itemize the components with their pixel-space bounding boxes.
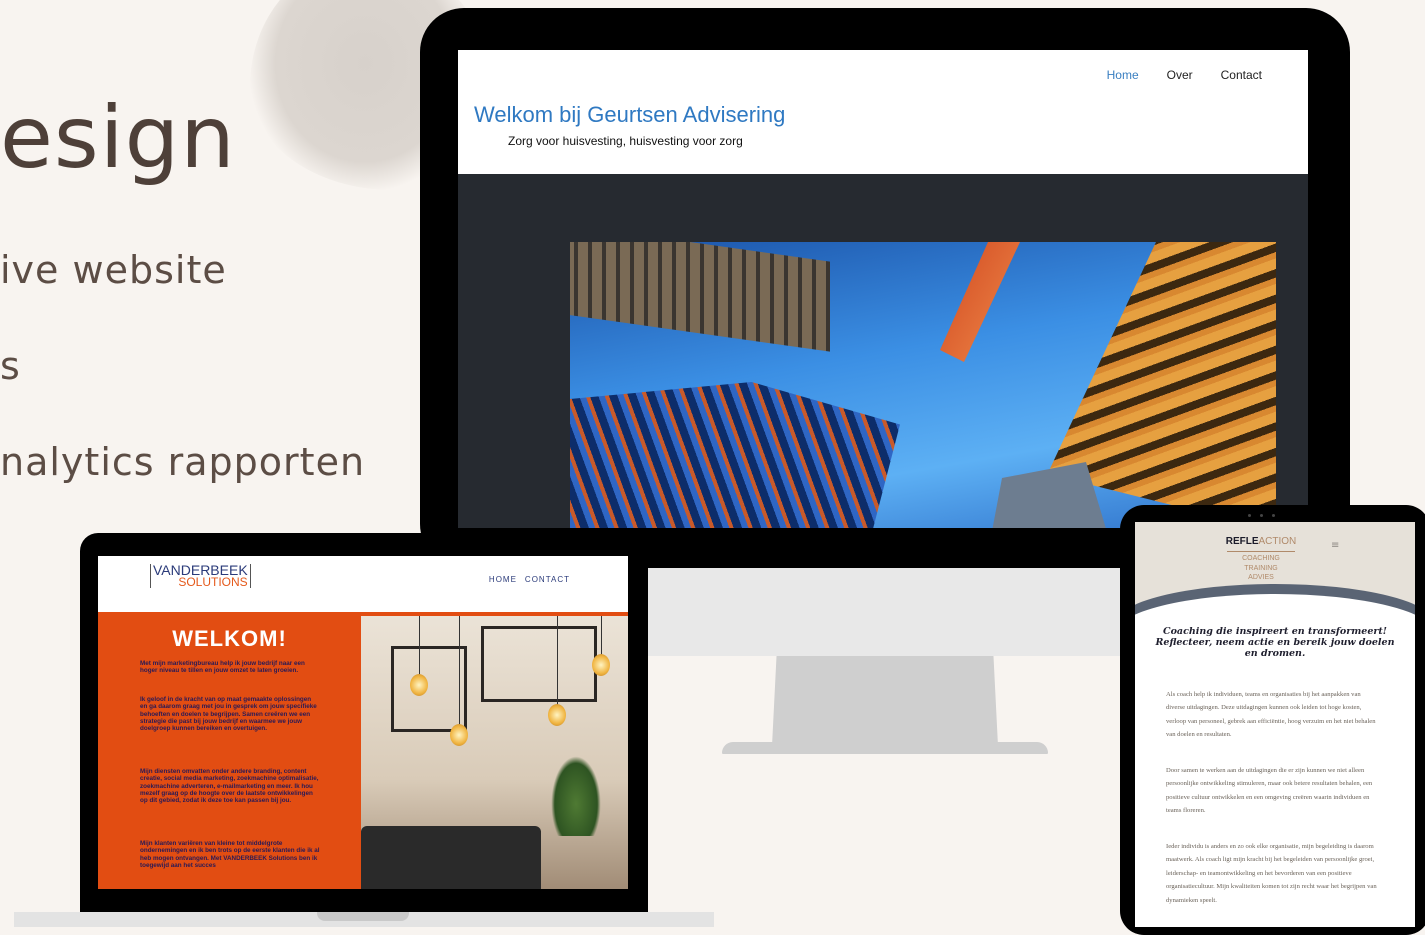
laptop-site-nav: HOME CONTACT: [489, 575, 570, 584]
subtitle-line: COACHING: [1242, 555, 1280, 562]
nav-over-link[interactable]: Over: [1167, 68, 1193, 82]
tablet-paragraph: Ieder individu is anders en zo ook elke …: [1166, 843, 1377, 904]
tablet-screen: REFLEACTION COACHING TRAINING ADVIES ≡ C…: [1135, 522, 1415, 927]
welcome-panel: WELKOM! Met mijn marketingbureau help ik…: [98, 612, 361, 889]
lamp-wire: [557, 616, 558, 706]
site-title[interactable]: Welkom bij Geurtsen Advisering: [474, 102, 785, 128]
tablet-paragraph: Als coach help ik individuen, teams en o…: [1166, 691, 1376, 739]
wall-frame: [391, 646, 467, 732]
site-tagline: Zorg voor huisvesting, huisvesting voor …: [508, 134, 743, 148]
welcome-paragraph: Mijn diensten omvatten onder andere bran…: [140, 768, 319, 805]
nav-contact-link[interactable]: CONTACT: [525, 575, 570, 584]
hamburger-icon[interactable]: ≡: [1331, 540, 1339, 551]
camera-dot: [1260, 514, 1263, 517]
building-shape: [570, 242, 830, 352]
feature-item: nalytics rapporten: [0, 440, 366, 484]
nav-home-link[interactable]: Home: [1107, 68, 1139, 82]
laptop-screen: VANDERBEEK SOLUTIONS HOME CONTACT WELKOM…: [98, 556, 628, 889]
camera-dot: [1272, 514, 1275, 517]
lamp-bulb: [450, 724, 468, 746]
welcome-paragraph: Ik geloof in de kracht van op maat gemaa…: [140, 696, 317, 733]
laptop-notch: [317, 912, 409, 921]
nav-home-link[interactable]: HOME: [489, 575, 517, 584]
lamp-bulb: [410, 674, 428, 696]
vanderbeek-logo[interactable]: VANDERBEEK SOLUTIONS: [150, 563, 251, 588]
tablet-paragraph: Door samen te werken aan de uitdagingen …: [1166, 767, 1373, 815]
lamp-wire: [459, 616, 460, 726]
wall-frame: [481, 626, 597, 702]
site-nav: Home Over Contact: [1107, 68, 1262, 82]
feature-item: ive website: [0, 248, 227, 292]
desktop-screen: Home Over Contact Welkom bij Geurtsen Ad…: [458, 50, 1308, 528]
logo-underline: [1227, 551, 1295, 552]
plant: [551, 756, 601, 836]
subtitle-line: TRAINING: [1244, 564, 1278, 572]
promo-heading: esign: [0, 88, 236, 188]
logo-subtitle: COACHING TRAINING ADVIES: [1135, 554, 1387, 583]
office-photo: [361, 616, 628, 889]
skyscrapers-photo: [570, 242, 1276, 528]
lamp-bulb: [548, 704, 566, 726]
building-shape: [940, 242, 1020, 362]
logo-part: REFLE: [1225, 536, 1259, 547]
reflection-logo[interactable]: REFLEACTION: [1135, 536, 1387, 547]
welcome-heading: WELKOM!: [172, 626, 287, 651]
camera-dot: [1248, 514, 1251, 517]
logo-part: ACTION: [1258, 536, 1297, 547]
tablet-camera: [1248, 513, 1278, 519]
lamp-bulb: [592, 654, 610, 676]
welcome-paragraph: Met mijn marketingbureau help ik jouw be…: [140, 660, 305, 675]
lamp-wire: [419, 616, 420, 676]
feature-item: s: [0, 344, 21, 388]
nav-contact-link[interactable]: Contact: [1221, 68, 1262, 82]
building-shape: [570, 382, 900, 528]
subtitle-line: ADVIES: [1248, 574, 1274, 581]
monitor-foot: [722, 742, 1048, 754]
tablet-heading: Coaching die inspireert en transformeert…: [1155, 626, 1395, 659]
desk-laptop: [361, 826, 541, 889]
welcome-paragraph: Mijn klanten variëren van kleine tot mid…: [140, 840, 320, 869]
lamp-wire: [601, 616, 602, 656]
site-header: Home Over Contact Welkom bij Geurtsen Ad…: [458, 50, 1308, 174]
monitor-stand: [772, 656, 998, 746]
